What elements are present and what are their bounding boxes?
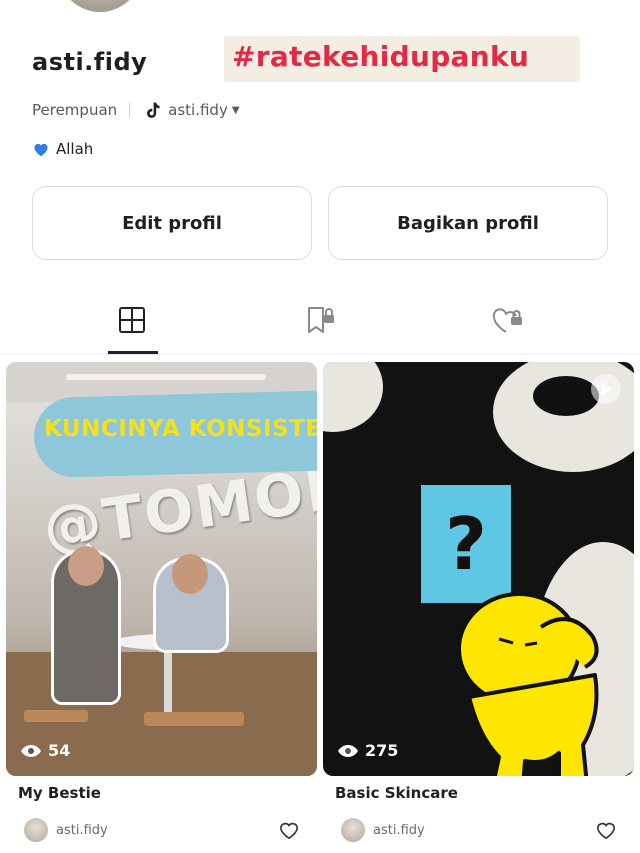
eye-icon: [338, 744, 358, 757]
video-play-badge: [591, 374, 621, 404]
spot-dark: [533, 376, 599, 416]
view-count-value: 54: [48, 741, 71, 760]
bio-text: Allah: [56, 140, 94, 158]
profile-avatar[interactable]: [58, 0, 142, 12]
author-name: asti.fidy: [373, 822, 425, 838]
like-button[interactable]: [595, 820, 617, 844]
grid-icon: [119, 307, 145, 333]
blue-heart-icon: [34, 143, 48, 157]
person-right-face: [172, 554, 208, 594]
stool-left: [24, 710, 88, 722]
person-left-face: [68, 546, 104, 586]
heart-lock-icon: [492, 308, 522, 333]
question-mark: ?: [445, 502, 487, 586]
play-icon: [601, 382, 612, 396]
hashtag-text: #ratekehidupanku: [232, 40, 530, 73]
tab-posts[interactable]: [108, 300, 156, 340]
post-title[interactable]: Basic Skincare: [335, 784, 458, 802]
post-card-basic-skincare[interactable]: ? 275: [323, 362, 634, 776]
tiktok-link[interactable]: asti.fidy ▼: [142, 99, 240, 121]
profile-meta: Perempuan asti.fidy ▼: [32, 99, 240, 121]
author-name: asti.fidy: [56, 822, 108, 838]
like-button[interactable]: [278, 820, 300, 844]
bio: Allah: [32, 140, 93, 158]
tab-saved[interactable]: [296, 300, 344, 340]
view-count: 54: [20, 741, 70, 760]
author-avatar: [24, 818, 48, 842]
spot-top-left: [323, 362, 383, 432]
meta-divider: [129, 103, 131, 117]
tiktok-handle: asti.fidy: [168, 101, 228, 119]
heart-outline-icon: [279, 822, 299, 840]
stool-right: [144, 712, 244, 726]
view-count: 275: [337, 741, 398, 760]
share-profile-button[interactable]: Bagikan profil: [328, 186, 608, 260]
tabs-divider: [0, 354, 640, 355]
post-author[interactable]: asti.fidy: [341, 818, 425, 842]
post-card-my-bestie[interactable]: @TOMORO KUNCINYA KONSISTEN YUK. 54: [6, 362, 317, 776]
ceiling-light: [66, 374, 266, 380]
tiktok-icon: [147, 102, 160, 118]
heart-outline-icon: [596, 822, 616, 840]
edit-profile-button[interactable]: Edit profil: [32, 186, 312, 260]
author-avatar: [341, 818, 365, 842]
post-author[interactable]: asti.fidy: [24, 818, 108, 842]
post-title[interactable]: My Bestie: [18, 784, 101, 802]
eye-icon: [21, 744, 41, 757]
view-count-value: 275: [365, 741, 399, 760]
overlay-text: KUNCINYA KONSISTEN YUK.: [44, 416, 317, 442]
username: asti.fidy: [32, 48, 148, 76]
gender-label: Perempuan: [32, 101, 118, 119]
yellow-character: [441, 587, 611, 776]
tab-liked[interactable]: [484, 300, 532, 340]
dropdown-caret-icon: ▼: [231, 104, 240, 116]
bookmark-lock-icon: [308, 307, 334, 333]
